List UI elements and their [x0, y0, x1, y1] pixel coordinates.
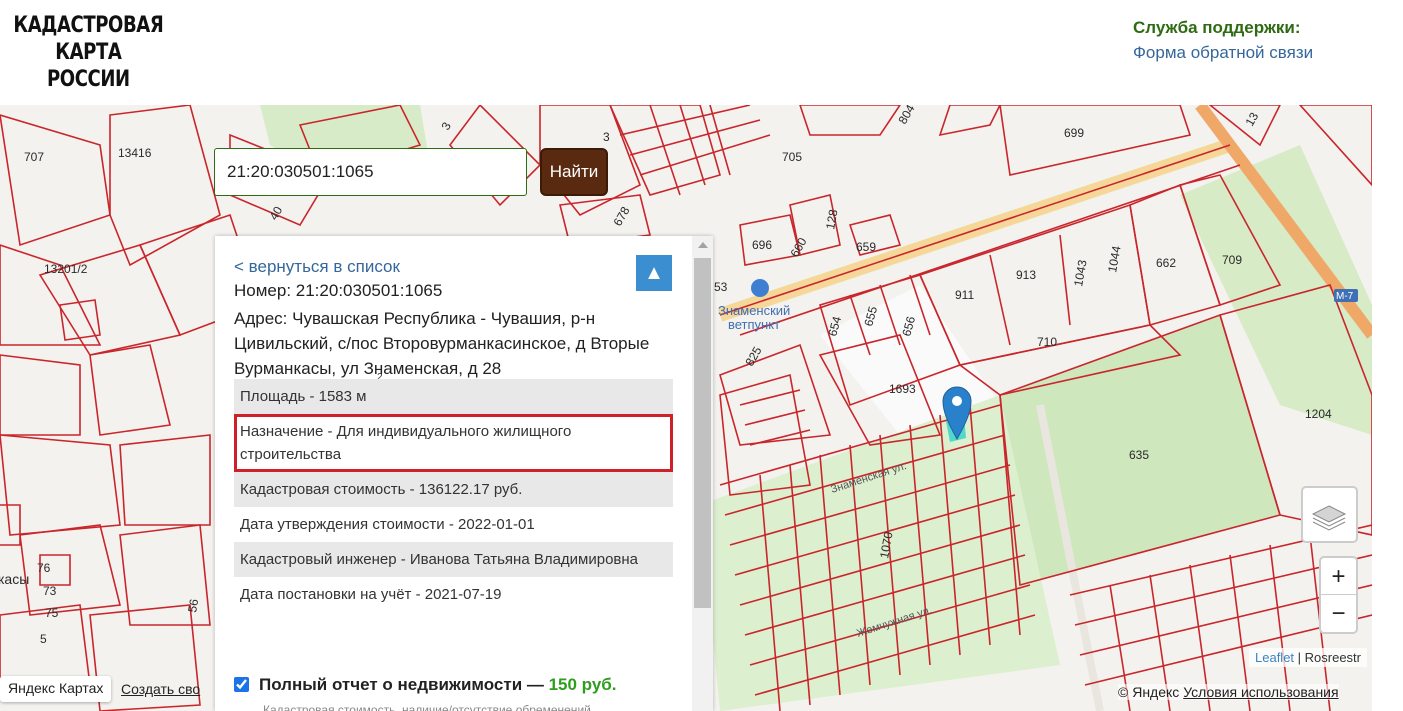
parcel-label: 1693 — [889, 382, 916, 396]
parcel-label: 659 — [856, 240, 876, 254]
parcel-label: 1044 — [1105, 244, 1123, 273]
parcel-label: 707 — [24, 150, 44, 164]
yandex-copyright: © Яндекс Условия использования — [1118, 684, 1339, 700]
zoom-out-button[interactable]: − — [1321, 595, 1356, 632]
parcel-label: 73 — [43, 584, 57, 598]
logo-line-1: КАДАСТРОВАЯ КАРТА — [13, 13, 164, 65]
place-fragment-label: касы — [0, 571, 29, 587]
full-report-checkbox[interactable] — [234, 677, 249, 692]
yandex-terms-link[interactable]: Условия использования — [1183, 684, 1338, 700]
parcel-label: 40 — [266, 204, 285, 223]
parcel-label: 13 — [1242, 110, 1261, 129]
parcel-label: 1043 — [1071, 258, 1089, 287]
parcel-label: 3 — [438, 119, 454, 132]
parcel-label: 53 — [714, 280, 728, 294]
report-note: Кадастровая стоимость, наличие/отсутстви… — [263, 703, 591, 711]
report-label: Полный отчет о недвижимости — — [259, 675, 549, 694]
attribution-source: | Rosreestr — [1294, 650, 1361, 665]
logo-line-2: РОССИИ — [46, 67, 130, 92]
parcel-label: 75 — [45, 606, 59, 620]
road-sign-label: М-7 — [1336, 291, 1354, 302]
layers-icon — [1311, 505, 1347, 531]
parcel-label: 76 — [37, 561, 51, 575]
parcel-label: 13201/2 — [44, 262, 88, 276]
support-label: Служба поддержки: — [1133, 18, 1301, 37]
yandex-copy-text: © Яндекс — [1118, 684, 1184, 700]
parcel-label: 699 — [1064, 126, 1084, 140]
parcel-label: 913 — [1016, 268, 1036, 282]
parcel-number: Номер: 21:20:030501:1065 — [234, 281, 443, 300]
parcel-label: 635 — [1129, 448, 1149, 462]
parcel-label: 660 — [787, 235, 809, 260]
scroll-thumb[interactable] — [694, 258, 711, 608]
parcel-label: 3 — [603, 130, 610, 144]
full-report-option[interactable]: Полный отчет о недвижимости — 150 руб. — [234, 675, 617, 695]
back-to-list-link[interactable]: < вернуться в список — [234, 257, 400, 277]
parcel-label: 705 — [782, 150, 802, 164]
layers-control-button[interactable] — [1301, 486, 1358, 543]
leaflet-link[interactable]: Leaflet — [1255, 650, 1294, 665]
map-pin-dot — [952, 396, 962, 406]
site-logo[interactable]: КАДАСТРОВАЯ КАРТА РОССИИ — [8, 12, 169, 93]
vet-poi-icon — [751, 279, 769, 297]
area-row: Площадь - 1583 м — [234, 379, 673, 414]
support-block: Служба поддержки: Форма обратной связи — [1133, 18, 1313, 63]
parcel-label: 56 — [185, 598, 201, 614]
parcel-label: 662 — [1156, 256, 1176, 270]
parcel-attributes: Площадь - 1583 м Назначение - Для индиви… — [234, 379, 673, 612]
map-attribution: Leaflet | Rosreestr — [1249, 648, 1367, 667]
report-price: 150 руб. — [548, 675, 617, 694]
cadastral-value-row: Кадастровая стоимость - 136122.17 руб. — [234, 472, 673, 507]
zoom-control: + − — [1319, 556, 1358, 634]
engineer-row: Кадастровый инженер - Иванова Татьяна Вл… — [234, 542, 673, 577]
purpose-row: Назначение - Для индивидуального жилищно… — [234, 414, 673, 472]
feedback-link[interactable]: Форма обратной связи — [1133, 43, 1313, 63]
cadastral-search-input[interactable] — [214, 148, 527, 196]
collapse-panel-button[interactable]: ▲ — [636, 255, 672, 291]
poi-label: Знаменский — [718, 303, 790, 318]
panel-scrollbar[interactable] — [692, 236, 713, 711]
find-button[interactable]: Найти — [540, 148, 608, 196]
parcel-label: 710 — [1037, 335, 1057, 349]
parcel-info-panel: < вернуться в список ▲ Номер: 21:20:0305… — [215, 236, 713, 711]
open-in-yandex-maps-button[interactable]: Яндекс Картах — [0, 676, 112, 702]
parcel-label: 709 — [1222, 253, 1242, 267]
parcel-label: 678 — [610, 204, 632, 229]
yandex-maps-label: Яндекс Картах — [8, 680, 104, 696]
parcel-label: 804 — [895, 105, 917, 127]
parcel-label: 696 — [752, 238, 772, 252]
zoom-in-button[interactable]: + — [1321, 558, 1356, 595]
parcel-label: 5 — [40, 632, 47, 646]
parcel-label: 911 — [955, 288, 974, 302]
triangle-up-icon: ▲ — [644, 262, 664, 284]
value-date-row: Дата утверждения стоимости - 2022-01-01 — [240, 516, 535, 533]
parcel-label: 13416 — [118, 146, 152, 160]
scroll-up-arrow-icon[interactable] — [698, 242, 708, 248]
parcel-label: 128 — [823, 208, 840, 230]
parcel-address: Адрес: Чувашская Республика - Чувашия, р… — [234, 309, 650, 378]
create-map-link[interactable]: Создать сво — [121, 681, 200, 697]
poi-label: ветпункт — [728, 317, 780, 332]
registration-date-row: Дата постановки на учёт - 2021-07-19 — [240, 586, 502, 603]
parcel-label: 1204 — [1305, 407, 1332, 421]
